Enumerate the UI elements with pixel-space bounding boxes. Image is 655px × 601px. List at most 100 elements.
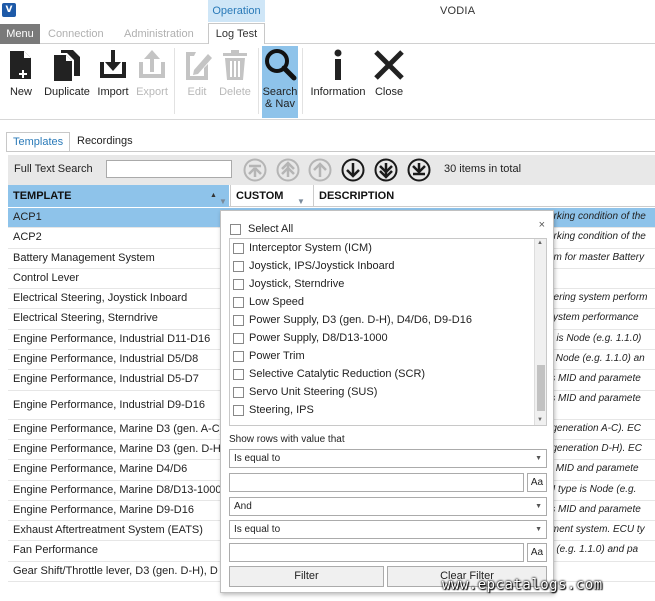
template-name-cell: Engine Performance, Industrial D9-D16 <box>13 398 205 411</box>
select-all-checkbox[interactable]: Select All <box>221 221 541 237</box>
filter-value-input-2[interactable] <box>229 543 524 562</box>
previous-page-button[interactable] <box>276 158 300 182</box>
close-button[interactable]: Close <box>372 48 406 114</box>
filter-option-label: Power Supply, D8/D13-1000 <box>249 332 388 344</box>
checkbox-icon <box>233 279 244 290</box>
filter-button[interactable]: Filter <box>229 566 384 587</box>
information-button[interactable]: Information <box>308 48 368 114</box>
checkbox-icon <box>233 297 244 308</box>
description-cell: e (e.g. 1.1.0) and pa <box>548 544 639 556</box>
search-bar: Full Text Search 30 items in total <box>8 155 655 185</box>
full-text-search-input[interactable] <box>106 160 232 178</box>
description-cell: (generation D-H). EC <box>548 442 642 454</box>
next-match-button[interactable] <box>341 158 365 182</box>
tab-menu[interactable]: Menu <box>0 24 40 44</box>
description-cell: s MID and paramete <box>548 463 639 475</box>
template-name-cell: Engine Performance, Marine D9-D16 <box>13 503 194 516</box>
operator-select-1[interactable]: Is equal to ▼ <box>229 449 547 468</box>
match-case-toggle-1[interactable]: Aa <box>527 473 547 492</box>
filter-option-label: Power Supply, D3 (gen. D-H), D4/D6, D9-D… <box>249 314 472 326</box>
checkbox-icon <box>233 369 244 380</box>
close-label: Close <box>374 86 404 98</box>
import-button[interactable]: Import <box>94 48 132 114</box>
new-button[interactable]: New <box>4 48 38 114</box>
filter-list-scrollbar[interactable]: ▲ ▼ <box>534 239 546 425</box>
tab-connection[interactable]: Connection <box>48 24 104 44</box>
template-name-cell: Electrical Steering, Sterndrive <box>13 312 158 325</box>
logic-select-value: And <box>234 501 252 512</box>
description-cell: tment system. ECU ty <box>548 524 645 536</box>
filter-option[interactable]: Power Supply, D8/D13-1000 <box>230 330 534 348</box>
full-text-search-label: Full Text Search <box>14 163 93 175</box>
checkbox-icon <box>233 351 244 362</box>
edit-button[interactable]: Edit <box>180 48 214 114</box>
logic-select[interactable]: And ▼ <box>229 497 547 516</box>
template-name-cell: Fan Performance <box>13 544 98 557</box>
export-icon <box>139 50 165 78</box>
filter-option[interactable]: Joystick, Sterndrive <box>230 276 534 294</box>
filter-option[interactable]: Steering, IPS <box>230 402 534 420</box>
delete-button[interactable]: Delete <box>217 48 253 114</box>
filter-value-input-1[interactable] <box>229 473 524 492</box>
app-window: V Operation VODIA Menu Connection Admini… <box>0 0 655 601</box>
template-name-cell: Engine Performance, Marine D8/D13-1000 <box>13 483 222 496</box>
filter-option-label: Power Trim <box>249 350 305 362</box>
duplicate-label: Duplicate <box>44 86 90 98</box>
filter-option-label: Joystick, IPS/Joystick Inboard <box>249 260 395 272</box>
chevron-down-icon: ▼ <box>535 455 542 462</box>
last-match-button[interactable] <box>407 158 431 182</box>
template-name-cell: Gear Shift/Throttle lever, D3 (gen. D-H)… <box>13 564 218 577</box>
checkbox-icon <box>230 224 241 235</box>
filter-option[interactable]: Power Supply, D3 (gen. D-H), D4/D6, D9-D… <box>230 312 534 330</box>
tab-recordings[interactable]: Recordings <box>71 132 139 152</box>
filter-option-label: Interceptor System (ICM) <box>249 242 372 254</box>
column-header-custom[interactable]: CUSTOM ▼ <box>230 185 313 207</box>
duplicate-button[interactable]: Duplicate <box>44 48 90 114</box>
ribbon-separator <box>174 48 175 114</box>
operator-select-2[interactable]: Is equal to ▼ <box>229 520 547 539</box>
grid-header: TEMPLATE ▲ ▼ CUSTOM ▼ DESCRIPTION <box>8 185 655 207</box>
search-nav-button[interactable]: Search & Nav <box>262 46 298 118</box>
template-name-cell: Electrical Steering, Joystick Inboard <box>13 292 188 305</box>
scroll-down-icon[interactable]: ▼ <box>537 417 543 423</box>
magnifier-icon <box>265 49 297 81</box>
checkbox-icon <box>233 387 244 398</box>
tab-templates[interactable]: Templates <box>6 132 71 152</box>
first-match-button[interactable] <box>243 158 267 182</box>
new-label: New <box>9 86 32 98</box>
filter-option-label: Servo Unit Steering (SUS) <box>249 386 378 398</box>
filter-option[interactable]: Interceptor System (ICM) <box>230 240 534 258</box>
show-rows-label: Show rows with value that <box>229 434 345 445</box>
template-name-cell: Engine Performance, Industrial D5/D8 <box>13 353 199 366</box>
template-name-cell: Engine Performance, Marine D3 (gen. A-C) <box>13 422 224 435</box>
info-icon <box>334 49 342 80</box>
filter-option[interactable]: Low Speed <box>230 294 534 312</box>
match-case-toggle-2[interactable]: Aa <box>527 543 547 562</box>
trash-icon <box>223 50 247 80</box>
filter-option[interactable]: Selective Catalytic Reduction (SCR) <box>230 366 534 384</box>
filter-option[interactable]: Servo Unit Steering (SUS) <box>230 384 534 402</box>
next-page-button[interactable] <box>374 158 398 182</box>
filter-option[interactable]: Power Trim <box>230 348 534 366</box>
description-cell: (generation A-C). EC <box>548 422 641 434</box>
description-cell: orking condition of the <box>548 231 646 243</box>
column-header-template[interactable]: TEMPLATE ▲ ▼ <box>8 185 229 207</box>
view-tab-bar: Templates Recordings <box>0 130 655 152</box>
app-logo: V <box>2 3 16 17</box>
scrollbar-thumb[interactable] <box>537 365 545 411</box>
items-total-label: 30 items in total <box>444 163 522 175</box>
scroll-up-icon[interactable]: ▲ <box>537 240 543 246</box>
search-nav-label-1: Search <box>262 86 298 98</box>
column-header-description-label: DESCRIPTION <box>319 190 395 202</box>
description-cell: is MID and paramete <box>548 392 641 404</box>
tab-log-test[interactable]: Log Test <box>208 23 265 45</box>
tab-administration[interactable]: Administration <box>124 24 194 44</box>
export-button[interactable]: Export <box>135 48 169 114</box>
checkbox-icon <box>233 315 244 326</box>
filter-option-label: Low Speed <box>249 296 305 308</box>
filter-option[interactable]: Joystick, IPS/Joystick Inboard <box>230 258 534 276</box>
tab-divider <box>6 151 655 152</box>
description-cell: orking condition of the <box>548 211 646 222</box>
previous-match-button[interactable] <box>308 158 332 182</box>
column-header-description[interactable]: DESCRIPTION <box>313 185 655 207</box>
